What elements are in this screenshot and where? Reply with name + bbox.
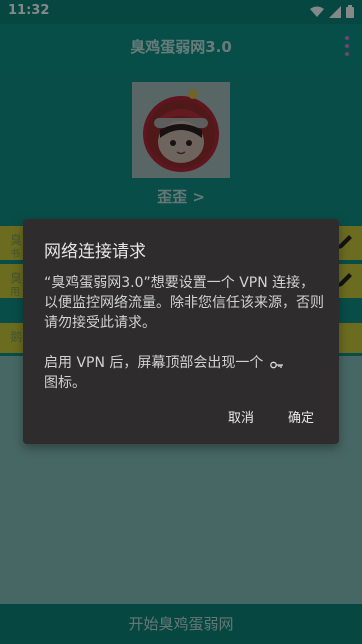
key-icon — [270, 361, 283, 369]
dialog-body: “臭鸡蛋弱网3.0”想要设置一个 VPN 连接，以便监控网络流量。除非您信任该来… — [44, 273, 324, 413]
cancel-button[interactable]: 取消 — [228, 407, 254, 426]
vpn-permission-dialog: 网络连接请求 “臭鸡蛋弱网3.0”想要设置一个 VPN 连接，以便监控网络流量。… — [23, 219, 339, 444]
dialog-title: 网络连接请求 — [44, 242, 146, 262]
dialog-note-text: 启用 VPN 后，屏幕顶部会出现一个 — [44, 355, 264, 371]
dialog-actions: 取消 确定 — [228, 407, 314, 426]
confirm-button[interactable]: 确定 — [288, 407, 314, 426]
dialog-note: 启用 VPN 后，屏幕顶部会出现一个 图标。 — [44, 353, 324, 393]
dialog-message: “臭鸡蛋弱网3.0”想要设置一个 VPN 连接，以便监控网络流量。除非您信任该来… — [44, 275, 324, 331]
dialog-note-tail: 图标。 — [44, 375, 86, 391]
